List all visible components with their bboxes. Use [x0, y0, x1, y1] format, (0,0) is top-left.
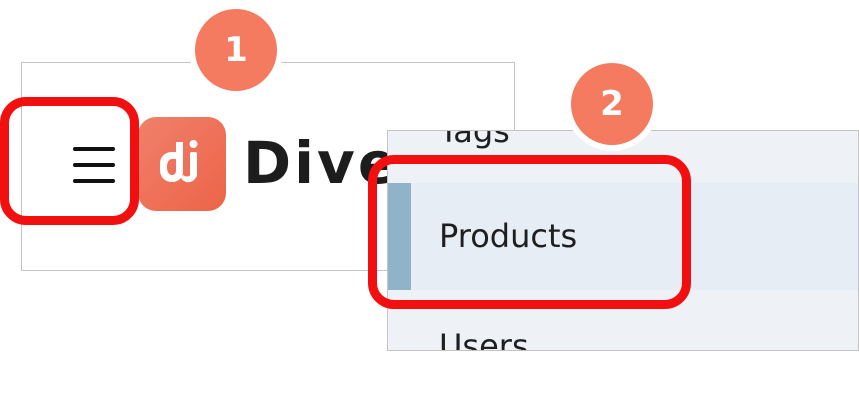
dive-logo-icon[interactable] — [138, 117, 226, 211]
sidebar-menu-crop: Tags Products Users — [387, 130, 859, 351]
step-badge-1: 1 — [189, 3, 283, 97]
sidebar-item-products[interactable]: Products — [388, 183, 858, 290]
sidebar-item-label: Products — [439, 217, 578, 255]
step-number: 2 — [571, 63, 653, 145]
active-indicator — [388, 183, 411, 290]
menu-toggle-button[interactable] — [46, 117, 142, 213]
step-badge-2: 2 — [565, 57, 659, 151]
hamburger-menu-icon — [73, 147, 115, 183]
sidebar-item-label: Users — [439, 327, 529, 351]
brand-name: Dive — [243, 129, 401, 197]
sidebar-item-users[interactable]: Users — [388, 316, 858, 351]
step-number: 1 — [195, 9, 277, 91]
dive-logo-glyph — [160, 140, 198, 183]
sidebar-item-label: Tags — [439, 130, 510, 150]
